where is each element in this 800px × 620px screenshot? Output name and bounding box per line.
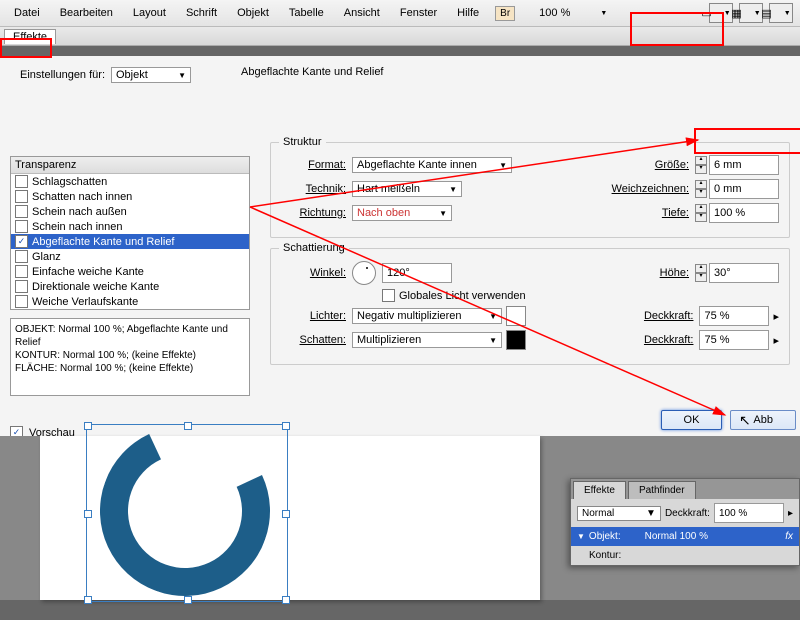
settings-for-combo[interactable]: Objekt▼	[111, 67, 191, 83]
groesse-input[interactable]: 6 mm	[709, 155, 779, 175]
list-header: Transparenz	[11, 157, 249, 174]
spinner-icon[interactable]: ▴▾	[695, 204, 707, 222]
blend-mode-combo[interactable]: Normal▼	[577, 506, 661, 521]
fx-icon[interactable]: fx	[785, 531, 793, 542]
hoehe-label: Höhe:	[660, 267, 689, 279]
winkel-input[interactable]: 120°	[382, 263, 452, 283]
zoom-level[interactable]: 100 %	[529, 3, 580, 23]
checkbox-icon[interactable]	[15, 220, 28, 233]
page[interactable]	[40, 436, 540, 600]
checkbox-icon[interactable]	[15, 250, 28, 263]
flyout-icon[interactable]: ▸	[773, 310, 779, 323]
zoom-dropdown-icon[interactable]: ▼	[590, 6, 617, 21]
schattierung-group: Schattierung Winkel: 120° Höhe:▴▾30° Glo…	[270, 248, 790, 365]
menu-ansicht[interactable]: Ansicht	[334, 3, 390, 23]
richtung-label: Richtung:	[281, 207, 346, 219]
deck1-label: Deckkraft:	[644, 310, 694, 322]
schatt-legend: Schattierung	[279, 242, 349, 254]
checkbox-icon[interactable]	[15, 205, 28, 218]
view-mode-icon-1[interactable]: ▭▼	[709, 3, 733, 23]
angle-dial[interactable]	[352, 261, 376, 285]
checkbox-icon[interactable]	[15, 190, 28, 203]
settings-for-label: Einstellungen für:	[20, 69, 105, 81]
format-combo[interactable]: Abgeflachte Kante innen▼	[352, 157, 512, 173]
panel-row-objekt[interactable]: ▼ Objekt:Normal 100 % fx	[571, 527, 799, 546]
deck1-input[interactable]: 75 %	[699, 306, 769, 326]
menu-schrift[interactable]: Schrift	[176, 3, 227, 23]
menu-bearbeiten[interactable]: Bearbeiten	[50, 3, 123, 23]
deck2-label: Deckkraft:	[644, 334, 694, 346]
weich-input[interactable]: 0 mm	[709, 179, 779, 199]
panel-tab-effekte[interactable]: Effekte	[573, 481, 626, 499]
ok-button[interactable]: OK	[661, 410, 723, 430]
panel-row-kontur[interactable]: Kontur:	[571, 546, 799, 565]
weich-label: Weichzeichnen:	[612, 183, 689, 195]
checkbox-icon[interactable]	[15, 265, 28, 278]
tiefe-label: Tiefe:	[662, 207, 689, 219]
groesse-label: Größe:	[655, 159, 689, 171]
spinner-icon[interactable]: ▴▾	[695, 180, 707, 198]
deck2-input[interactable]: 75 %	[699, 330, 769, 350]
list-item[interactable]: Schein nach innen	[11, 219, 249, 234]
dialog-tabbar: Effekte	[0, 27, 800, 46]
schatten-label: Schatten:	[281, 334, 346, 346]
view-mode-icon-3[interactable]: ▤▼	[769, 3, 793, 23]
list-item[interactable]: Glanz	[11, 249, 249, 264]
opacity-label: Deckkraft:	[665, 508, 710, 519]
lichter-swatch[interactable]	[506, 306, 526, 326]
list-item-selected[interactable]: ✓Abgeflachte Kante und Relief	[11, 234, 249, 249]
menu-layout[interactable]: Layout	[123, 3, 176, 23]
technik-label: Technik:	[281, 183, 346, 195]
spinner-icon[interactable]: ▴▾	[695, 264, 707, 282]
panel-tab-pathfinder[interactable]: Pathfinder	[628, 481, 696, 499]
menu-objekt[interactable]: Objekt	[227, 3, 279, 23]
menu-datei[interactable]: Datei	[4, 3, 50, 23]
view-mode-icon-2[interactable]: ▦▼	[739, 3, 763, 23]
list-item[interactable]: Schein nach außen	[11, 204, 249, 219]
list-item[interactable]: Einfache weiche Kante	[11, 264, 249, 279]
checkbox-icon[interactable]: ✓	[15, 235, 28, 248]
effects-dialog: Einstellungen für: Objekt▼ Abgeflachte K…	[0, 56, 800, 437]
list-item[interactable]: Schlagschatten	[11, 174, 249, 189]
tiefe-input[interactable]: 100 %	[709, 203, 779, 223]
winkel-label: Winkel:	[281, 267, 346, 279]
checkbox-icon[interactable]	[15, 280, 28, 293]
info-box: OBJEKT: Normal 100 %; Abgeflachte Kante …	[10, 318, 250, 396]
schatten-combo[interactable]: Multiplizieren▼	[352, 332, 502, 348]
flyout-icon[interactable]: ▸	[773, 334, 779, 347]
opacity-input[interactable]: 100 %	[714, 503, 784, 523]
format-label: Format:	[281, 159, 346, 171]
checkbox-icon[interactable]	[15, 295, 28, 308]
cancel-button[interactable]: Abb	[730, 410, 796, 430]
list-item[interactable]: Weiche Verlaufskante	[11, 294, 249, 309]
menu-fenster[interactable]: Fenster	[390, 3, 447, 23]
effects-list: Transparenz Schlagschatten Schatten nach…	[10, 156, 250, 310]
lichter-combo[interactable]: Negativ multiplizieren▼	[352, 308, 502, 324]
struktur-legend: Struktur	[279, 136, 326, 148]
menubar: Datei Bearbeiten Layout Schrift Objekt T…	[0, 0, 800, 27]
list-item[interactable]: Direktionale weiche Kante	[11, 279, 249, 294]
effects-panel[interactable]: Effekte Pathfinder Normal▼ Deckkraft: 10…	[570, 478, 800, 566]
menu-hilfe[interactable]: Hilfe	[447, 3, 489, 23]
technik-combo[interactable]: Hart meißeln▼	[352, 181, 462, 197]
spinner-icon[interactable]: ▴▾	[695, 156, 707, 174]
section-title: Abgeflachte Kante und Relief	[241, 66, 384, 78]
list-item[interactable]: Schatten nach innen	[11, 189, 249, 204]
global-light-label: Globales Licht verwenden	[399, 290, 526, 302]
hoehe-input[interactable]: 30°	[709, 263, 779, 283]
bridge-button[interactable]: Br	[495, 6, 515, 21]
checkbox-icon[interactable]	[382, 289, 395, 302]
richtung-combo[interactable]: Nach oben▼	[352, 205, 452, 221]
schatten-swatch[interactable]	[506, 330, 526, 350]
struktur-group: Struktur Format: Abgeflachte Kante innen…	[270, 142, 790, 238]
flyout-icon[interactable]: ▸	[788, 508, 793, 519]
tab-effekte[interactable]: Effekte	[4, 29, 56, 44]
checkbox-icon[interactable]	[15, 175, 28, 188]
selection-box	[86, 424, 288, 602]
lichter-label: Lichter:	[281, 310, 346, 322]
menu-tabelle[interactable]: Tabelle	[279, 3, 334, 23]
